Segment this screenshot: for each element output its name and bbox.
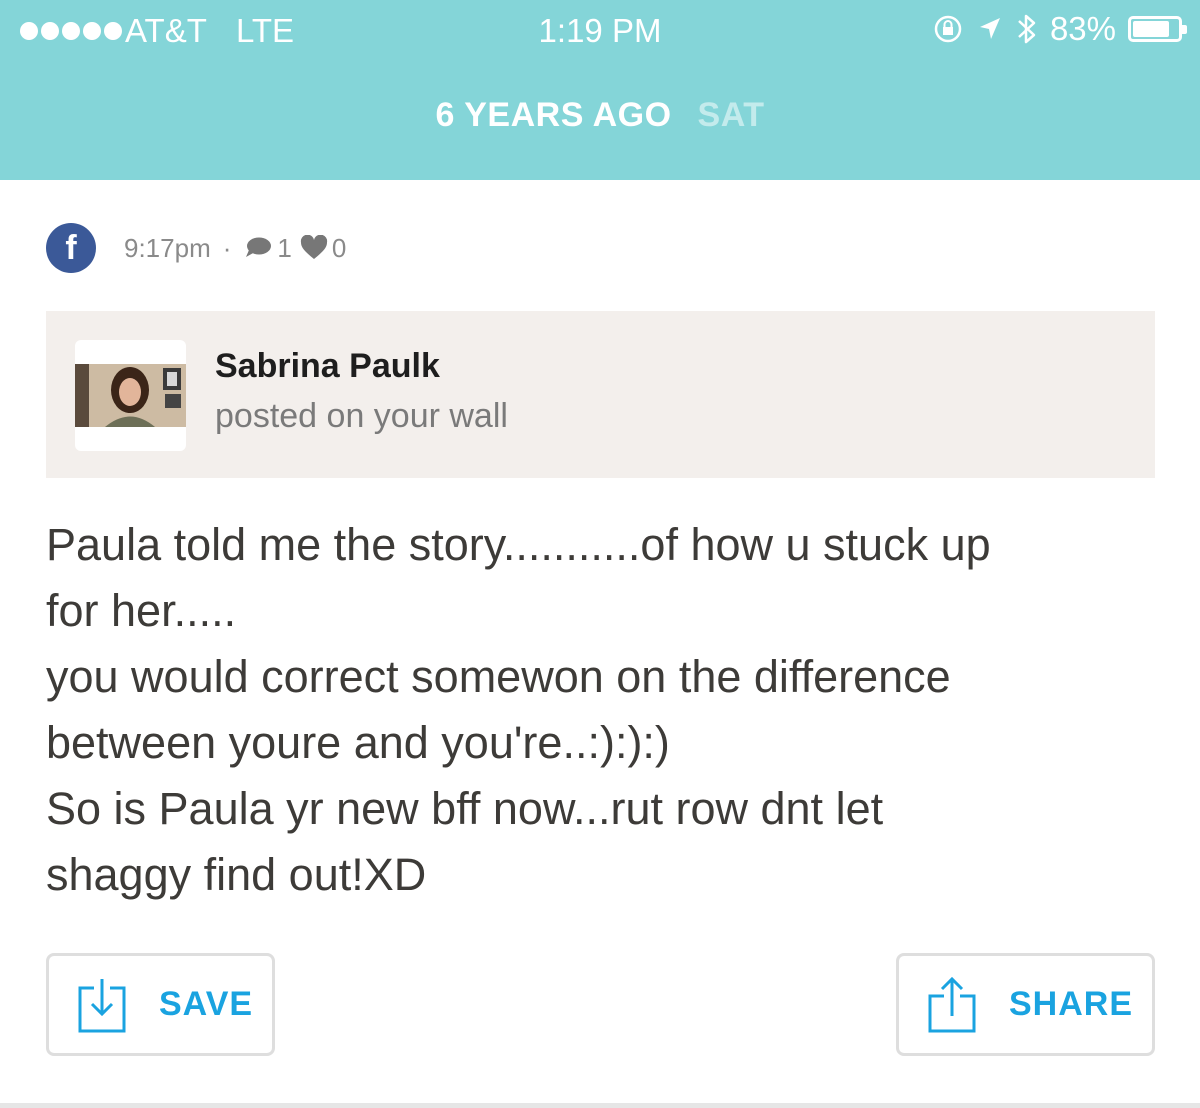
- status-right-group: 83%: [932, 10, 1187, 48]
- save-label: SAVE: [159, 985, 254, 1023]
- date-current-tab[interactable]: 6 YEARS AGO: [436, 96, 672, 144]
- post-line: So is Paula yr new bff now...rut row dnt…: [46, 783, 884, 834]
- author-name[interactable]: Sabrina Paulk: [215, 347, 440, 386]
- battery-percentage: 83%: [1049, 10, 1116, 47]
- share-button[interactable]: SHARE: [896, 953, 1155, 1056]
- wall-post-card[interactable]: Sabrina Paulk posted on your wall: [46, 311, 1155, 478]
- like-count: 0: [331, 232, 347, 263]
- date-navigation: 6 YEARS AGO SAT: [0, 96, 1200, 144]
- meta-separator: ·: [222, 232, 232, 263]
- comment-icon: [246, 237, 272, 257]
- rotation-lock-icon: [934, 15, 962, 43]
- post-meta: f 9:17pm · 1 0: [46, 223, 347, 273]
- facebook-icon: f: [46, 223, 96, 273]
- save-button[interactable]: SAVE: [46, 953, 275, 1056]
- post-line: Paula told me the story...........of how…: [46, 519, 991, 570]
- post-time: 9:17pm: [124, 232, 211, 263]
- avatar[interactable]: [75, 340, 186, 451]
- date-day-tab[interactable]: SAT: [698, 96, 765, 144]
- heart-icon: [300, 235, 327, 259]
- bluetooth-icon: [1018, 14, 1036, 44]
- share-label: SHARE: [1009, 985, 1134, 1023]
- location-arrow-icon: [979, 18, 1000, 39]
- battery-icon: [1128, 16, 1187, 42]
- post-line: for her.....: [46, 585, 237, 636]
- comment-count: 1: [277, 232, 292, 263]
- post-line: shaggy find out!XD: [46, 849, 427, 900]
- share-icon: [928, 976, 976, 1032]
- post-body: Paula told me the story...........of how…: [46, 512, 1156, 908]
- post-action: posted on your wall: [215, 397, 508, 435]
- battery-fill: [1133, 21, 1169, 37]
- app-header: AT&T LTE 1:19 PM 83% 6 YEARS AGO SAT: [0, 0, 1200, 180]
- post-line: you would correct somewon on the differe…: [46, 651, 951, 702]
- status-bar: AT&T LTE 1:19 PM 83%: [0, 0, 1200, 62]
- download-icon: [78, 978, 126, 1032]
- post-line: between youre and you're..:):):): [46, 717, 670, 768]
- divider: [0, 1103, 1200, 1108]
